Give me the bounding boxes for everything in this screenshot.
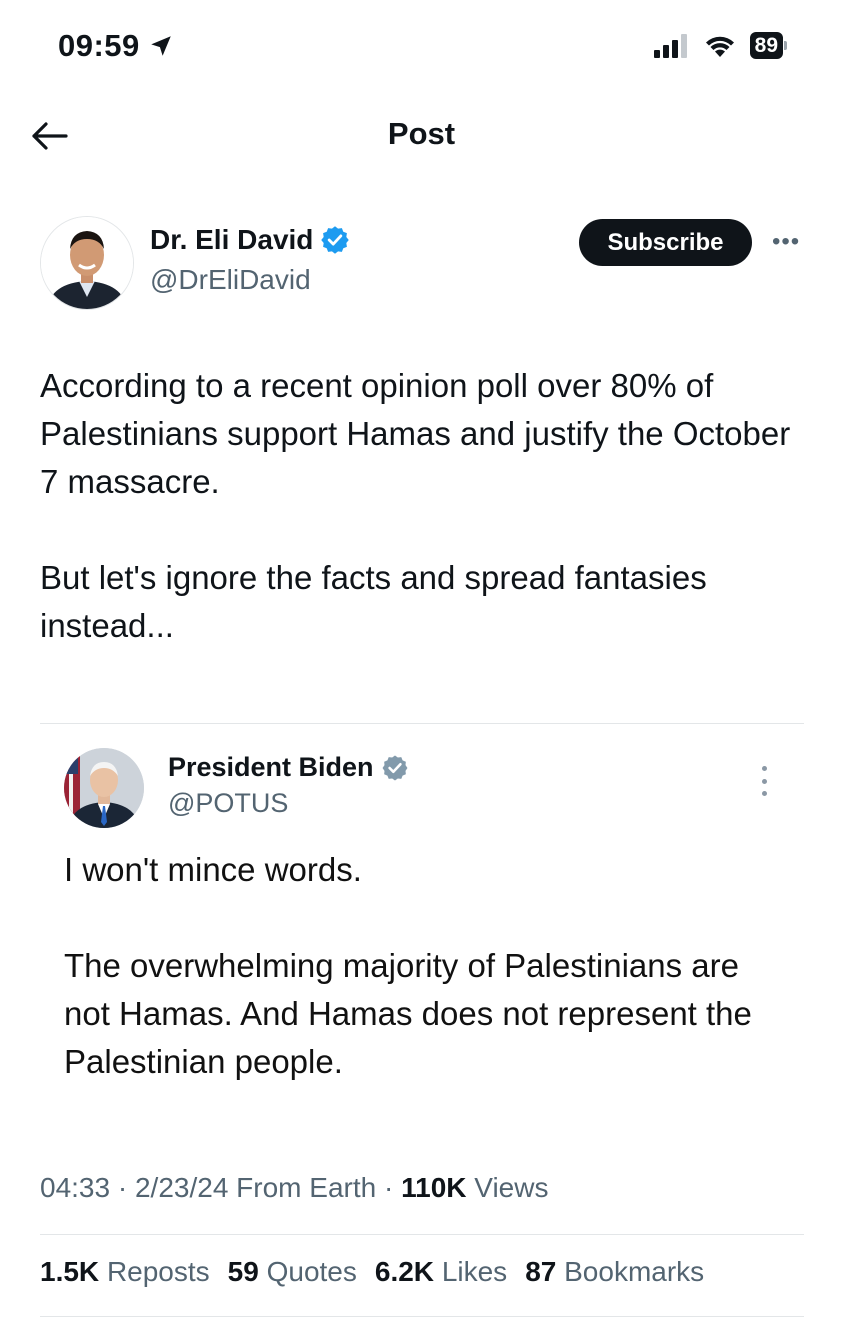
quotes-label: Quotes	[266, 1256, 357, 1287]
subscribe-button[interactable]: Subscribe	[579, 219, 752, 266]
battery-cap	[784, 41, 787, 50]
views-label[interactable]: Views	[474, 1172, 548, 1203]
quoted-author-avatar[interactable]	[64, 748, 144, 828]
quoted-author-handle[interactable]: @POTUS	[168, 788, 288, 819]
wifi-icon	[705, 36, 734, 57]
verified-badge-icon	[321, 226, 350, 254]
post-date: 2/23/24	[134, 1172, 229, 1203]
bookmarks-count: 87	[525, 1256, 557, 1287]
page-title: Post	[387, 116, 456, 151]
location-arrow-icon	[151, 36, 171, 56]
quoted-author-name[interactable]: President Biden	[168, 752, 374, 783]
reposts-label: Reposts	[106, 1256, 210, 1287]
quotes-count: 59	[227, 1256, 259, 1287]
more-options-icon[interactable]: •••	[772, 230, 800, 254]
status-bar-time: 09:59	[58, 28, 174, 64]
post-time: 04:33	[40, 1172, 111, 1203]
divider	[40, 1316, 804, 1317]
quoted-more-options-icon[interactable]	[756, 766, 772, 796]
cellular-signal-icon	[653, 33, 687, 58]
post-paragraph: According to a recent opinion poll over …	[40, 367, 791, 500]
meta-separator: ·	[117, 1172, 128, 1203]
quoted-paragraph: The overwhelming majority of Palestinian…	[64, 947, 752, 1080]
reposts-stat[interactable]: 1.5K Reposts	[40, 1256, 210, 1288]
engagement-stats: 1.5K Reposts 59 Quotes 6.2K Likes 87 Boo…	[40, 1256, 704, 1288]
likes-label: Likes	[441, 1256, 508, 1287]
divider	[40, 1234, 804, 1235]
bookmarks-label: Bookmarks	[564, 1256, 705, 1287]
quotes-stat[interactable]: 59 Quotes	[228, 1256, 357, 1288]
battery-level: 89	[749, 32, 783, 59]
quoted-post-text: I won't mince words. The overwhelming ma…	[64, 846, 784, 1086]
likes-stat[interactable]: 6.2K Likes	[375, 1256, 507, 1288]
author-avatar-image	[41, 217, 133, 309]
battery-indicator: 89	[749, 32, 787, 59]
author-name-row: Dr. Eli David	[150, 224, 350, 256]
meta-separator: ·	[383, 1172, 394, 1203]
quoted-avatar-image	[64, 748, 144, 828]
likes-count: 6.2K	[374, 1256, 435, 1287]
views-count[interactable]: 110K	[401, 1172, 466, 1203]
quoted-name-row: President Biden	[168, 752, 408, 783]
post-text: According to a recent opinion poll over …	[40, 362, 810, 650]
bookmarks-stat[interactable]: 87 Bookmarks	[525, 1256, 704, 1288]
post-location: From Earth	[236, 1172, 377, 1203]
author-handle[interactable]: @DrEliDavid	[150, 264, 311, 296]
reposts-count: 1.5K	[40, 1256, 100, 1287]
status-bar-indicators: 89	[653, 32, 787, 59]
post-paragraph: But let's ignore the facts and spread fa…	[40, 559, 707, 644]
quoted-paragraph: I won't mince words.	[64, 851, 362, 888]
status-time: 09:59	[58, 28, 140, 63]
author-avatar[interactable]	[40, 216, 134, 310]
author-name[interactable]: Dr. Eli David	[150, 224, 313, 256]
post-meta: 04:33 · 2/23/24 From Earth · 110K Views	[40, 1172, 548, 1204]
verified-gray-badge-icon	[382, 755, 408, 780]
